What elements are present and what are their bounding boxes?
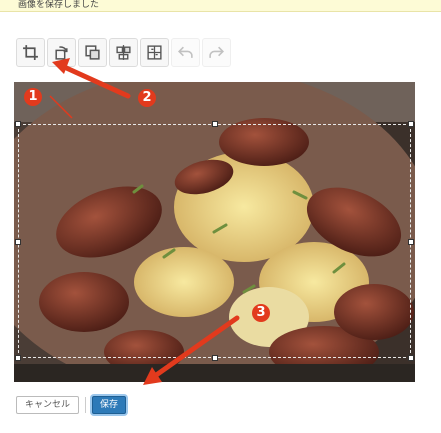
crop-handle-right[interactable] (408, 239, 414, 245)
cancel-button[interactable]: キャンセル (16, 396, 80, 414)
food-photo (14, 82, 415, 382)
status-notice: 画像を保存しました (0, 0, 441, 12)
crop-handle-left[interactable] (15, 239, 21, 245)
crop-handle-top[interactable] (212, 121, 218, 127)
crop-handle-bottom[interactable] (212, 355, 218, 361)
undo-icon (177, 46, 193, 58)
crop-handle-bottom-left[interactable] (15, 355, 21, 361)
undo-button[interactable] (171, 38, 200, 67)
callout-badge-2: 2 (138, 89, 156, 107)
crop-handle-top-left[interactable] (15, 121, 21, 127)
action-divider (85, 397, 87, 413)
callout-badge-1: 1 (24, 88, 42, 106)
flip-vertical-icon (85, 45, 100, 60)
rotate-icon (55, 46, 68, 60)
flip-horizontal-button[interactable] (109, 38, 138, 67)
crop-handle-bottom-right[interactable] (408, 355, 414, 361)
flip-horizontal-icon (116, 45, 131, 60)
scale-icon (147, 45, 162, 60)
edit-image (14, 82, 415, 382)
save-button[interactable]: 保存 (92, 396, 127, 414)
redo-button[interactable] (202, 38, 231, 67)
redo-icon (209, 46, 225, 58)
scale-button[interactable] (140, 38, 169, 67)
crop-icon (23, 45, 38, 60)
crop-button[interactable] (16, 38, 45, 67)
callout-badge-3: 3 (252, 304, 270, 322)
status-notice-text: 画像を保存しました (18, 0, 100, 10)
image-edit-toolbar (16, 38, 231, 68)
rotate-button[interactable] (47, 38, 76, 67)
crop-handle-top-right[interactable] (408, 121, 414, 127)
flip-vertical-button[interactable] (78, 38, 107, 67)
edit-actions: キャンセル 保存 (16, 396, 127, 414)
